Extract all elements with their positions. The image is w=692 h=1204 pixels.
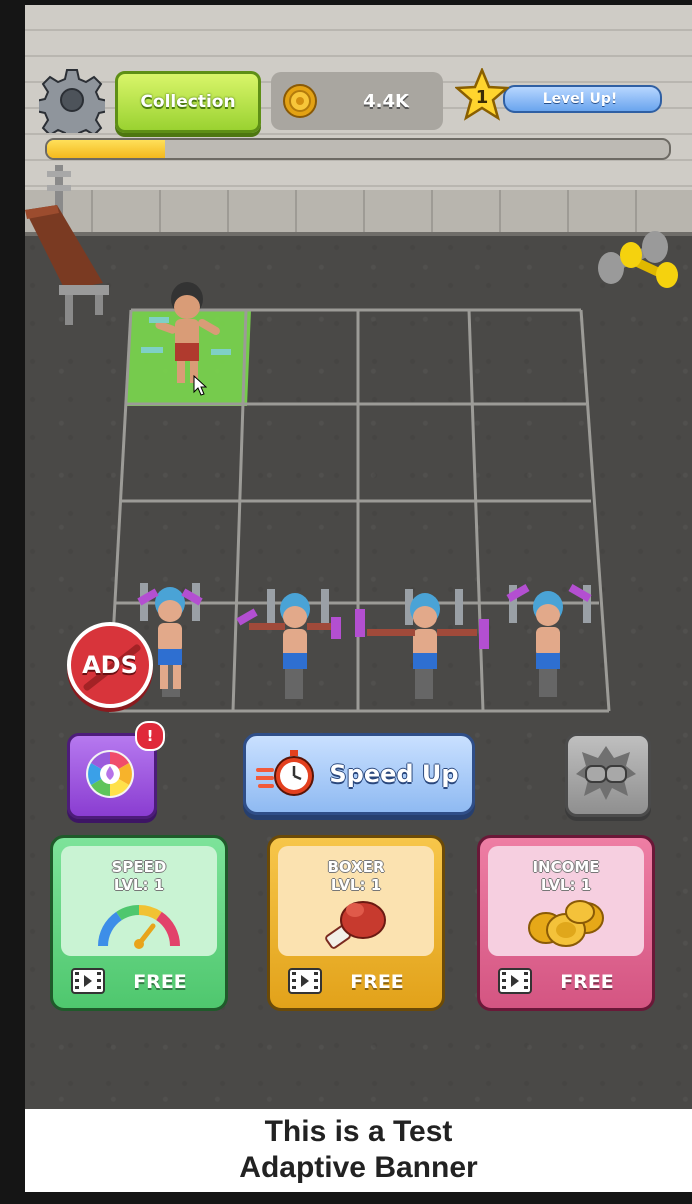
banner-line-1: This is a Test <box>264 1115 453 1148</box>
screen-bottom-edge <box>0 1192 692 1204</box>
cursor-icon <box>193 375 207 396</box>
speed-card-footer: FREE <box>53 962 225 1002</box>
boxer-upgrade-card[interactable]: BOXER LVL: 1 FREE <box>267 835 445 1011</box>
video-ad-icon <box>71 968 105 994</box>
coin-icon <box>283 84 317 118</box>
income-card-level: LVL: 1 <box>540 876 592 894</box>
speed-upgrade-card[interactable]: SPEED LVL: 1 FREE <box>50 835 228 1011</box>
income-card-footer: FREE <box>480 962 652 1002</box>
game-screen: Collection 4.4K Level Up! 1 ADS ! Speed … <box>25 5 692 1192</box>
settings-gear-icon[interactable] <box>39 67 105 133</box>
speed-up-button[interactable]: Speed Up <box>243 733 475 815</box>
level-up-bar[interactable]: Level Up! <box>503 85 662 113</box>
screen-left-edge <box>0 0 25 1204</box>
speed-up-label: Speed Up <box>329 760 459 788</box>
level-number: 1 <box>475 86 489 108</box>
boxing-gloves-icon <box>576 746 636 800</box>
speed-card-title: SPEED <box>111 858 167 876</box>
level-progress-fill <box>47 140 166 158</box>
boxer-card-level: LVL: 1 <box>330 876 382 894</box>
collection-button[interactable]: Collection <box>115 71 261 133</box>
lifter-character[interactable] <box>503 575 598 703</box>
trainee-character[interactable] <box>135 277 235 397</box>
boxer-card-price: FREE <box>350 971 404 993</box>
speed-card-level: LVL: 1 <box>113 876 165 894</box>
speed-card-price: FREE <box>133 971 187 993</box>
speed-card-panel: SPEED LVL: 1 <box>61 846 217 956</box>
income-card-panel: INCOME LVL: 1 <box>488 846 644 956</box>
coins-stack-icon <box>528 900 604 947</box>
fortune-wheel-icon <box>86 750 134 798</box>
boxing-gloves-button[interactable] <box>565 733 651 817</box>
stopwatch-icon <box>256 750 314 796</box>
income-upgrade-card[interactable]: INCOME LVL: 1 FREE <box>477 835 655 1011</box>
video-ad-icon <box>498 968 532 994</box>
income-card-title: INCOME <box>532 858 600 876</box>
boxer-card-panel: BOXER LVL: 1 <box>278 846 434 956</box>
boxing-glove-icon <box>325 901 386 949</box>
boxer-card-footer: FREE <box>270 962 442 1002</box>
test-ad-banner[interactable]: This is a Test Adaptive Banner <box>25 1109 692 1192</box>
coin-counter: 4.4K <box>271 72 443 130</box>
level-progress-bar <box>45 138 671 160</box>
speedometer-icon <box>97 904 181 949</box>
lifter-character[interactable] <box>355 583 495 703</box>
wheel-alert-badge: ! <box>135 721 165 751</box>
no-ads-button[interactable]: ADS <box>67 622 153 708</box>
boxer-card-title: BOXER <box>327 858 385 876</box>
lifter-character[interactable] <box>235 583 345 703</box>
level-up-label: Level Up! <box>542 91 618 107</box>
video-ad-icon <box>288 968 322 994</box>
income-card-price: FREE <box>560 971 614 993</box>
collection-label: Collection <box>140 92 236 112</box>
coin-amount: 4.4K <box>363 90 409 112</box>
ads-label: ADS <box>82 651 138 679</box>
banner-line-2: Adaptive Banner <box>239 1151 478 1184</box>
